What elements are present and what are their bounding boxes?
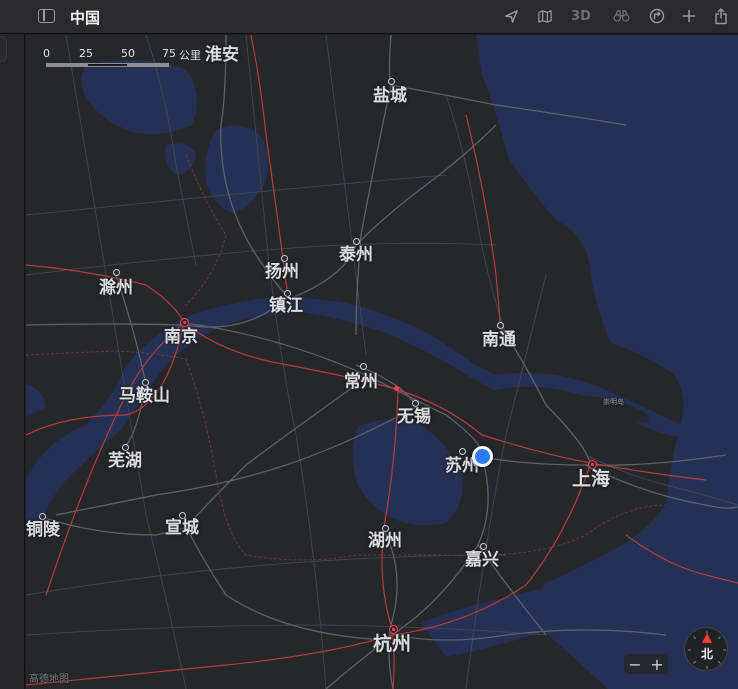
title-bar: 中国 3D <box>0 0 738 34</box>
city-label-chuzhou[interactable]: 滁州 <box>99 280 133 297</box>
scale-tick-75: 75 <box>162 47 176 60</box>
scale-segment-3 <box>128 63 169 67</box>
city-dot-changzhou <box>360 363 367 370</box>
city-label-shanghai[interactable]: 上海 <box>572 470 610 489</box>
route-directions-icon[interactable] <box>647 5 667 27</box>
island-label-chongming: 崇明岛 <box>603 398 624 406</box>
scale-tick-25: 25 <box>79 47 93 60</box>
zoom-out-button[interactable]: − <box>628 655 641 674</box>
city-dot-maanshan <box>142 379 149 386</box>
city-label-wuxi[interactable]: 无锡 <box>397 409 431 426</box>
scale-segment-1 <box>46 63 87 67</box>
scale-segment-2 <box>87 63 128 67</box>
city-label-yangzhou[interactable]: 扬州 <box>265 264 299 281</box>
window-title: 中国 <box>70 9 101 27</box>
city-label-jiaxing[interactable]: 嘉兴 <box>465 552 499 569</box>
city-label-zhenjiang[interactable]: 镇江 <box>269 298 303 315</box>
map-canvas[interactable]: 0 25 50 75 公里 淮安 盐城 泰州 扬州 滁州 镇江 南京 南通 常州… <box>26 35 738 689</box>
city-dot-taizhou <box>353 238 360 245</box>
city-dot-yancheng <box>388 78 395 85</box>
zoom-in-button[interactable]: + <box>650 655 663 674</box>
city-label-huaian[interactable]: 淮安 <box>205 47 239 64</box>
map-attribution[interactable]: 高德地图 <box>29 670 69 685</box>
map-mode-icon[interactable] <box>535 5 555 27</box>
city-label-nantong[interactable]: 南通 <box>482 332 516 349</box>
city-label-yancheng[interactable]: 盐城 <box>373 88 407 105</box>
current-location-marker[interactable] <box>472 446 493 467</box>
compass-north-arrow-icon <box>702 633 712 643</box>
poi-marker[interactable] <box>394 386 399 391</box>
location-arrow-icon[interactable] <box>501 5 521 27</box>
city-label-huzhou[interactable]: 湖州 <box>368 533 402 550</box>
city-dot-wuhu <box>122 444 129 451</box>
three-d-button[interactable]: 3D <box>568 5 594 27</box>
city-label-wuhu[interactable]: 芜湖 <box>108 453 142 470</box>
zoom-control: − + <box>624 654 668 674</box>
city-label-nanjing[interactable]: 南京 <box>164 329 198 346</box>
city-dot-wuxi <box>412 400 419 407</box>
city-dot-suzhou <box>459 448 466 455</box>
compass-north-label: 北 <box>700 647 713 661</box>
map-base-layer <box>26 35 738 689</box>
city-dot-chuzhou <box>113 269 120 276</box>
add-plus-icon[interactable] <box>680 5 698 27</box>
city-label-taizhou[interactable]: 泰州 <box>339 247 373 264</box>
city-label-maanshan[interactable]: 马鞍山 <box>119 388 170 405</box>
compass-button[interactable]: 北 <box>684 627 728 671</box>
sidebar-toggle-icon[interactable] <box>38 9 55 23</box>
maps-window: 中国 3D 0 25 50 75 公里 淮安 盐城 泰州 扬州 滁州 镇江 南京… <box>0 0 738 689</box>
city-dot-nantong <box>497 322 504 329</box>
capital-marker-nanjing <box>180 318 189 327</box>
city-label-changzhou[interactable]: 常州 <box>344 374 378 391</box>
city-dot-yangzhou <box>281 255 288 262</box>
share-icon[interactable] <box>712 5 730 27</box>
scale-tick-0: 0 <box>43 47 50 60</box>
scale-tick-50: 50 <box>121 47 135 60</box>
sidebar-tab-handle[interactable] <box>0 36 7 62</box>
city-dot-tongling <box>39 513 46 520</box>
city-label-xuancheng[interactable]: 宣城 <box>165 520 199 537</box>
sidebar-strip <box>0 0 25 689</box>
city-dot-jiaxing <box>480 543 487 550</box>
city-label-hangzhou[interactable]: 杭州 <box>373 635 411 654</box>
scale-unit: 公里 <box>179 49 201 62</box>
look-around-binoculars-icon[interactable] <box>611 5 631 27</box>
city-label-tongling[interactable]: 铜陵 <box>26 522 60 539</box>
